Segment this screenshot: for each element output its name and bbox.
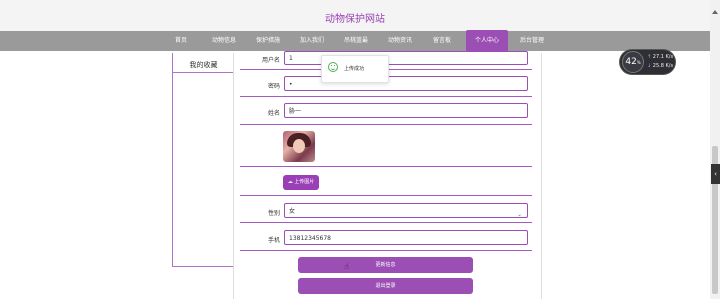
row-divider bbox=[240, 166, 532, 167]
update-info-button[interactable]: 更新信息 bbox=[298, 257, 473, 273]
nav-item-admin[interactable]: 后台管理 bbox=[516, 31, 548, 51]
nav-item-guestbook[interactable]: 留言板 bbox=[428, 31, 456, 51]
upload-speed-value: 27.1 bbox=[652, 54, 664, 60]
row-divider bbox=[240, 222, 532, 223]
success-toast: 上传成功 bbox=[321, 55, 389, 83]
site-header: 动物保护网站 bbox=[0, 0, 720, 32]
name-label: 姓名 bbox=[267, 110, 280, 117]
gender-label: 性别 bbox=[267, 210, 280, 217]
nav-item-news[interactable]: 动物资讯 bbox=[384, 31, 416, 51]
phone-label: 手机 bbox=[267, 237, 280, 244]
chevron-down-icon: ⌄ bbox=[516, 211, 522, 218]
chevron-left-icon[interactable]: ‹ bbox=[711, 164, 720, 184]
upload-image-button[interactable]: ☁ 上传图片 bbox=[283, 175, 319, 190]
logout-button[interactable]: 退出登录 bbox=[298, 278, 473, 294]
nav-item-join-us[interactable]: 加入我们 bbox=[296, 31, 328, 51]
cpu-usage-gauge: 42% bbox=[622, 51, 644, 73]
avatar-face bbox=[293, 139, 305, 153]
toast-message: 上传成功 bbox=[344, 66, 365, 72]
nav-item-home[interactable]: 首页 bbox=[170, 31, 192, 51]
arrow-down-icon: ↓ bbox=[647, 63, 652, 69]
avatar-image bbox=[283, 131, 315, 162]
row-divider bbox=[240, 250, 532, 251]
row-divider bbox=[240, 96, 532, 97]
gender-selected-value: 女 bbox=[289, 208, 296, 215]
network-speed-widget[interactable]: 42% ↑ 27.1 K/s ↓ 25.8 K/s bbox=[620, 50, 675, 74]
nav-item-animal-info[interactable]: 动物信息 bbox=[208, 31, 240, 51]
mouse-cursor-icon: ☝ bbox=[344, 262, 349, 271]
download-speed: ↓ 25.8 K/s bbox=[647, 63, 673, 69]
row-divider bbox=[240, 124, 532, 125]
upload-button-label: 上传图片 bbox=[294, 179, 315, 185]
phone-input[interactable]: 13812345678 bbox=[284, 230, 528, 245]
main-nav: 首页 动物信息 保护措施 加入我们 吊桃蓝最 动物资讯 留言板 个人中心 后台管… bbox=[0, 30, 710, 52]
smile-icon bbox=[328, 62, 338, 72]
cpu-usage-unit: % bbox=[636, 60, 641, 65]
upload-speed-unit: K/s bbox=[665, 54, 674, 60]
download-speed-value: 25.8 bbox=[652, 63, 664, 69]
download-speed-unit: K/s bbox=[665, 63, 674, 69]
username-label: 用户名 bbox=[261, 57, 280, 64]
row-divider bbox=[240, 195, 532, 196]
nav-item-adopt[interactable]: 吊桃蓝最 bbox=[340, 31, 372, 51]
site-title: 动物保护网站 bbox=[325, 14, 385, 25]
gender-select[interactable]: 女 ⌄ bbox=[284, 203, 528, 218]
password-label: 密码 bbox=[267, 83, 280, 90]
arrow-up-icon: ↑ bbox=[647, 54, 652, 60]
cloud-upload-icon: ☁ bbox=[287, 179, 293, 185]
sidebar-item-favorites[interactable]: 我的收藏 bbox=[173, 60, 234, 70]
name-input[interactable]: 胁一 bbox=[284, 103, 528, 118]
sidebar-divider bbox=[173, 72, 234, 73]
nav-item-personal-center[interactable]: 个人中心 bbox=[466, 30, 508, 52]
scroll-up-arrow-icon[interactable] bbox=[712, 10, 718, 14]
cpu-usage-value: 42 bbox=[625, 57, 637, 67]
nav-item-protection[interactable]: 保护措施 bbox=[252, 31, 284, 51]
upload-speed: ↑ 27.1 K/s bbox=[647, 54, 673, 60]
user-sidebar: 我的收藏 bbox=[172, 53, 235, 267]
